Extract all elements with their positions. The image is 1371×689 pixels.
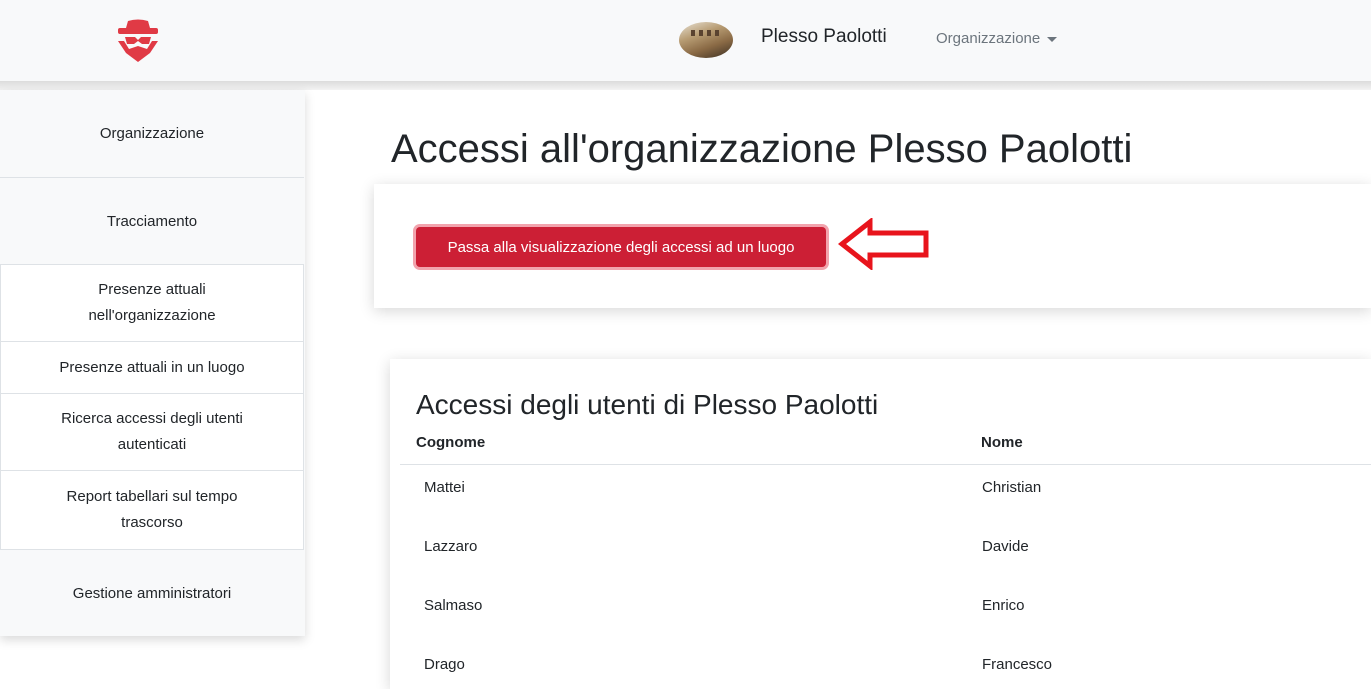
organization-name: Plesso Paolotti xyxy=(761,26,887,47)
cell-cognome: Mattei xyxy=(424,479,465,496)
sidebar-subitem-label: Presenze attuali in un luogo xyxy=(59,358,245,376)
spy-hat-logo-icon[interactable] xyxy=(114,17,162,63)
cell-nome: Christian xyxy=(982,479,1042,496)
sidebar-item-gestione-amministratori[interactable]: Gestione amministratori xyxy=(0,550,304,636)
sidebar-subitem-presenze-organizzazione[interactable]: Presenze attuali nell'organizzazione xyxy=(0,264,304,342)
sidebar-item-organizzazione[interactable]: Organizzazione xyxy=(0,90,304,178)
caret-down-icon xyxy=(1047,37,1058,42)
organization-avatar xyxy=(679,22,733,58)
red-arrow-left-icon xyxy=(838,218,929,270)
navbar-shadow xyxy=(0,81,1371,90)
cell-nome: Francesco xyxy=(982,656,1053,673)
organization-dropdown-label: Organizzazione xyxy=(936,30,1041,47)
cell-cognome: Lazzaro xyxy=(424,538,478,555)
table-title: Accessi degli utenti di Plesso Paolotti xyxy=(416,389,879,420)
sidebar-item-label: Organizzazione xyxy=(99,125,205,142)
column-header-cognome: Cognome xyxy=(416,434,486,451)
sidebar-subitem-ricerca-accessi[interactable]: Ricerca accessi degli utenti autenticati xyxy=(0,393,304,471)
sidebar-subitem-presenze-luogo[interactable]: Presenze attuali in un luogo xyxy=(0,341,304,394)
sidebar-subitem-label: Presenze attuali nell'organizzazione xyxy=(88,281,216,324)
switch-to-place-view-button[interactable]: Passa alla visualizzazione degli accessi… xyxy=(416,227,826,267)
page-title: Accessi all'organizzazione Plesso Paolot… xyxy=(391,127,1133,171)
table-header-divider xyxy=(400,464,1371,465)
cell-nome: Enrico xyxy=(982,597,1025,614)
sidebar-subitem-report-tabellari[interactable]: Report tabellari sul tempo trascorso xyxy=(0,470,304,550)
cell-nome: Davide xyxy=(982,538,1029,555)
sidebar-subitem-label: Ricerca accessi degli utenti autenticati xyxy=(61,410,243,453)
sidebar-subitem-label: Report tabellari sul tempo trascorso xyxy=(66,488,238,531)
top-navbar: Plesso Paolotti Organizzazione xyxy=(0,0,1371,82)
cell-cognome: Salmaso xyxy=(424,597,483,614)
sidebar: Organizzazione Tracciamento Presenze att… xyxy=(0,90,305,636)
organization-dropdown[interactable]: Organizzazione xyxy=(936,30,1058,47)
column-header-nome: Nome xyxy=(981,434,1023,451)
sidebar-item-label: Gestione amministratori xyxy=(72,584,232,602)
sidebar-item-tracciamento[interactable]: Tracciamento xyxy=(0,178,304,265)
sidebar-item-label: Tracciamento xyxy=(106,212,198,230)
cell-cognome: Drago xyxy=(424,656,465,673)
